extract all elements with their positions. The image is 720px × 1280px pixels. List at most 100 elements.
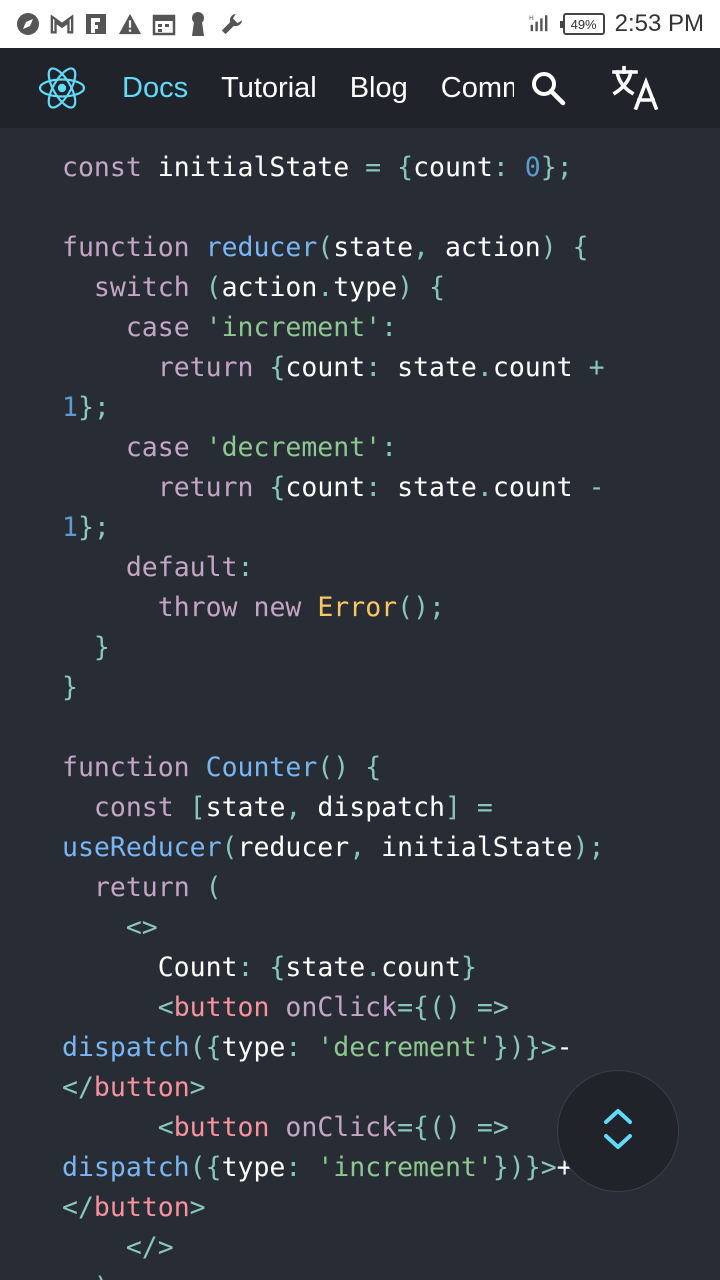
code-line: case 'increment': (62, 308, 662, 348)
code-token: state (381, 472, 477, 503)
calendar-icon (152, 12, 176, 36)
code-token: }; (77, 512, 110, 543)
system-status: H 49% 2:53 PM (529, 10, 704, 38)
code-token: onClick (285, 1112, 398, 1143)
nav-link-docs[interactable]: Docs (122, 72, 188, 105)
code-token: initialState (141, 152, 366, 183)
scroll-toggle-button[interactable] (557, 1070, 679, 1192)
code-token: 'increment' (317, 1152, 493, 1183)
code-token: ( (221, 832, 238, 863)
code-line: } (62, 668, 662, 708)
translate-icon[interactable] (612, 65, 660, 111)
search-icon[interactable] (530, 70, 566, 106)
code-token: type (333, 272, 398, 303)
code-token: switch (93, 272, 190, 303)
code-line: default: (62, 548, 662, 588)
code-token: count (492, 472, 589, 503)
notification-icons (16, 12, 244, 36)
react-logo-icon[interactable] (38, 65, 86, 111)
code-token: useReducer (62, 832, 222, 863)
code-token: dispatch (62, 1032, 190, 1063)
code-token: } (93, 632, 110, 663)
code-token: button (93, 1072, 190, 1103)
code-token: : (237, 552, 254, 583)
code-line: const [state, dispatch] = (62, 788, 662, 828)
code-line: <> (62, 908, 662, 948)
code-token: => (476, 1112, 509, 1143)
code-token: ({ (189, 1032, 222, 1063)
code-token: default (125, 552, 238, 583)
code-line: </button> (62, 1188, 662, 1228)
code-token: type (221, 1152, 286, 1183)
code-token: Error (317, 592, 398, 623)
code-token: case (125, 432, 190, 463)
code-token: { (269, 472, 286, 503)
code-token: () (317, 752, 350, 783)
code-token: (); (397, 592, 445, 623)
wrench-icon (220, 12, 244, 36)
code-line: } (62, 628, 662, 668)
code-token: state (333, 232, 414, 263)
code-token: } (460, 952, 477, 983)
code-token: reducer (205, 232, 318, 263)
code-token: </ (62, 1192, 94, 1223)
code-token: . (317, 272, 334, 303)
nav-link-tutorial[interactable]: Tutorial (221, 72, 317, 105)
code-token: action (429, 232, 541, 263)
gmail-icon (50, 12, 74, 36)
code-token: : (285, 1032, 302, 1063)
code-token: </ (62, 1072, 94, 1103)
code-token: const (62, 152, 142, 183)
code-token: - (556, 1032, 573, 1063)
code-token: state (205, 792, 286, 823)
code-line: 1}; (62, 508, 662, 548)
code-token: > (189, 1192, 206, 1223)
code-token: : (285, 1152, 302, 1183)
code-token: , (349, 832, 366, 863)
code-token: })}> (492, 1032, 557, 1063)
code-token: { (429, 272, 446, 303)
nav-link-community[interactable]: Community (441, 72, 514, 105)
code-token: }; (77, 392, 110, 423)
battery-level: 49% (570, 16, 597, 32)
code-token: . (476, 352, 493, 383)
code-token: : (237, 952, 254, 983)
code-token: < (157, 992, 174, 1023)
code-token: button (173, 992, 270, 1023)
code-line: switch (action.type) { (62, 268, 662, 308)
code-token: case (125, 312, 190, 343)
flipboard-icon (84, 12, 108, 36)
code-token: initialState (365, 832, 573, 863)
code-token: + (588, 352, 605, 383)
code-token: 0 (524, 152, 541, 183)
code-token: : (492, 152, 509, 183)
code-token: dispatch (301, 792, 445, 823)
code-token: function (62, 752, 190, 783)
nav-link-blog[interactable]: Blog (350, 72, 408, 105)
site-header: Docs Tutorial Blog Community (0, 48, 720, 128)
nav-links: Docs Tutorial Blog Community (122, 48, 514, 128)
code-token: ) (540, 232, 557, 263)
battery-icon: 49% (559, 13, 605, 35)
